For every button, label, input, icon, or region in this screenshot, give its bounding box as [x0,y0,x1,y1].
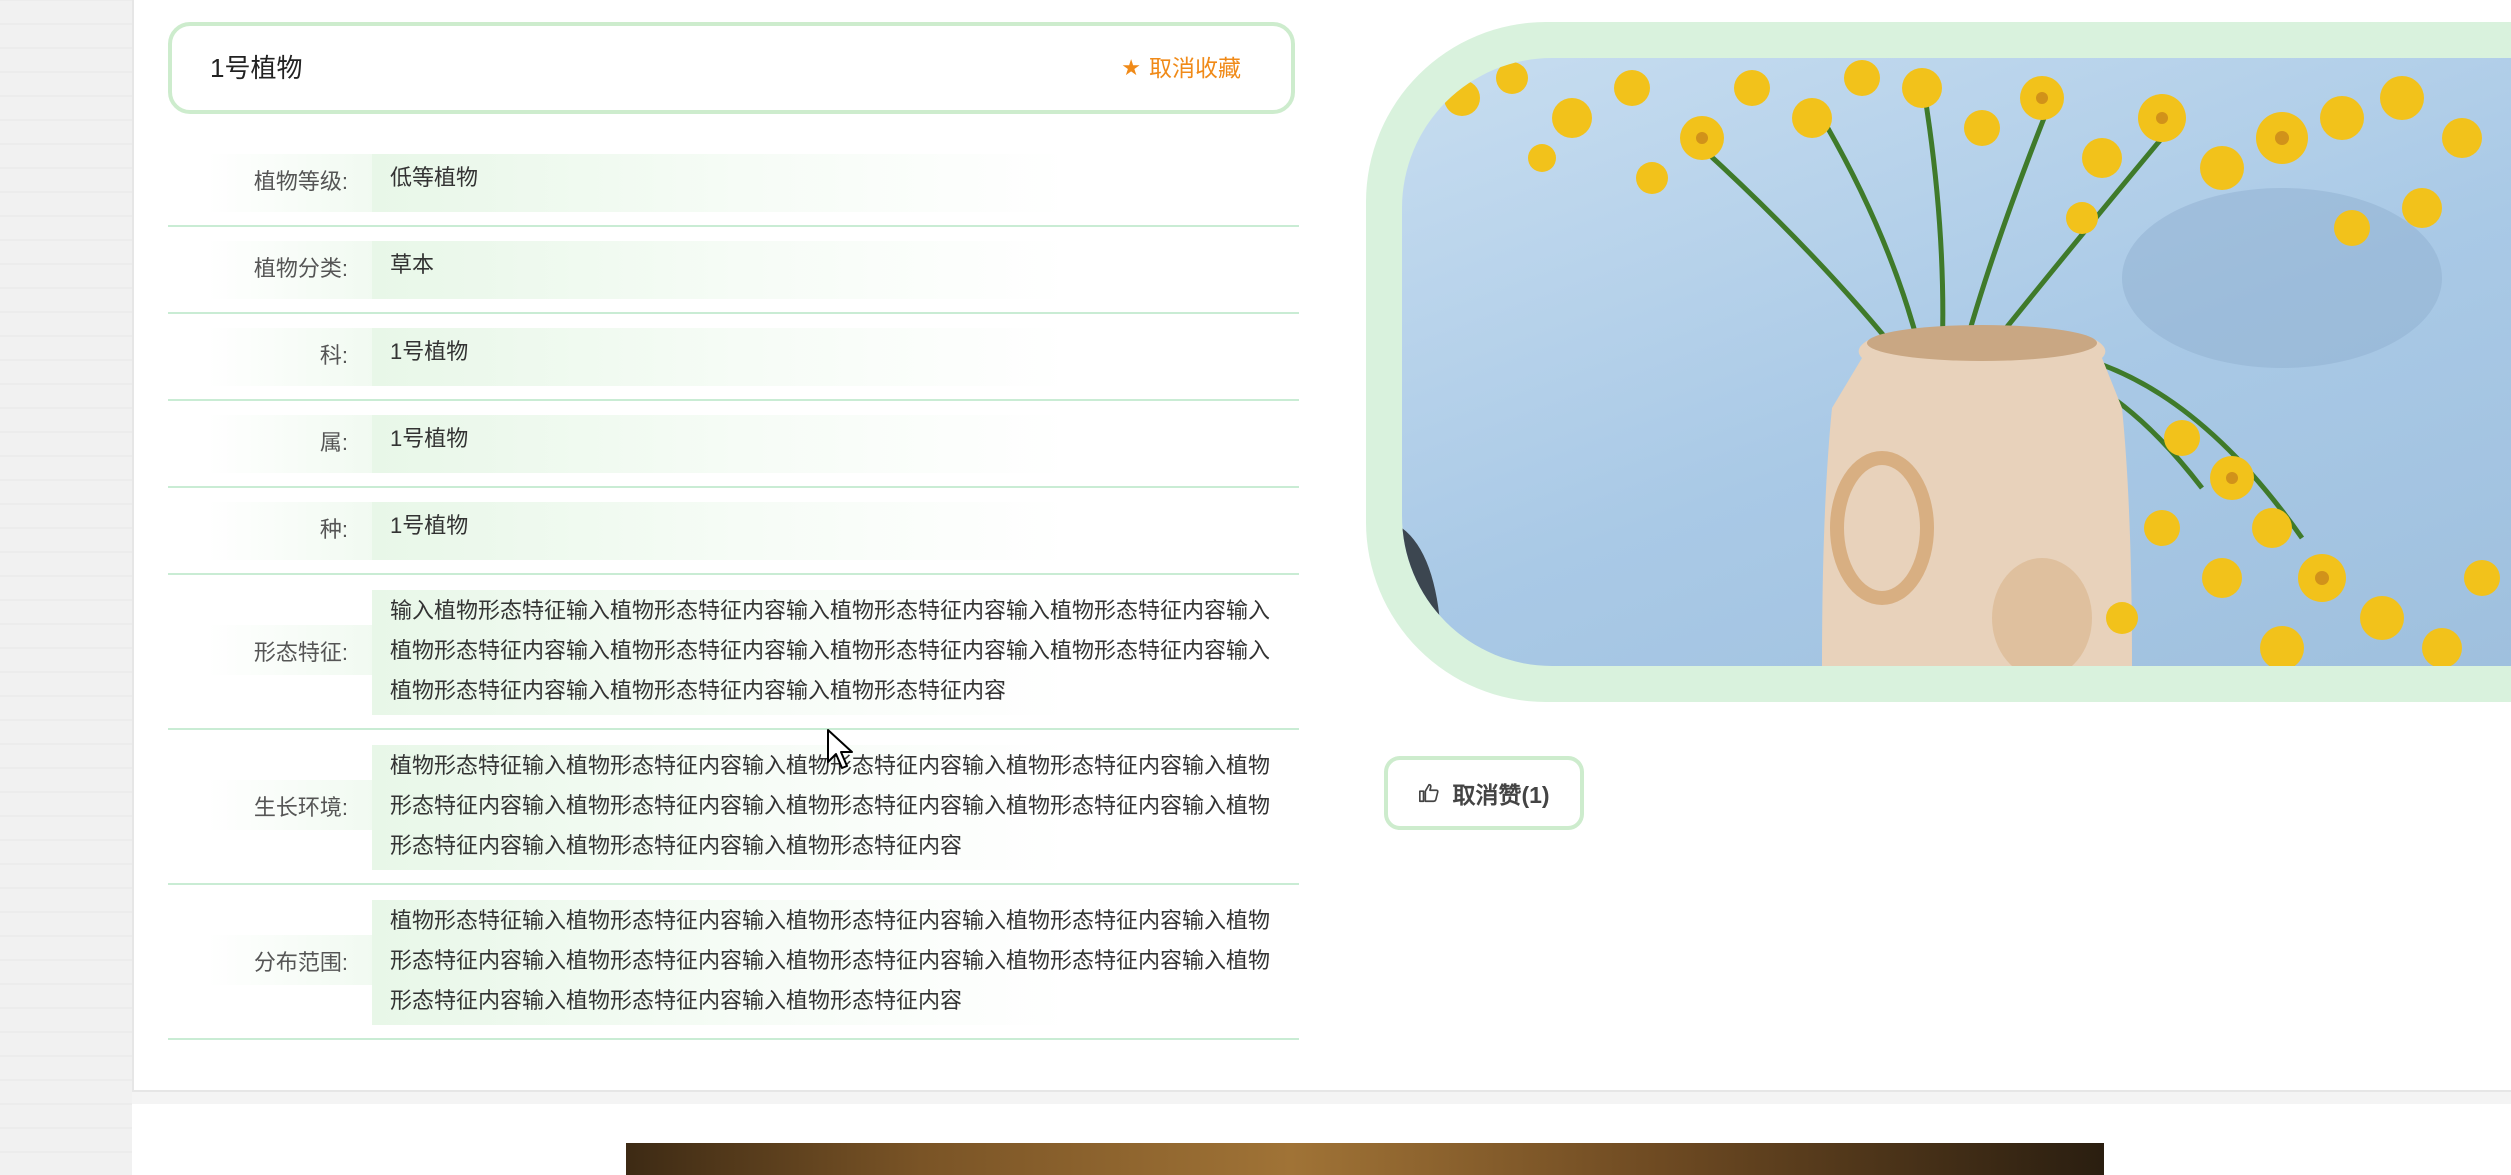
info-value: 输入植物形态特征输入植物形态特征内容输入植物形态特征内容输入植物形态特征内容输入… [390,598,1271,703]
info-value: 植物形态特征输入植物形态特征内容输入植物形态特征内容输入植物形态特征内容输入植物… [390,908,1271,1013]
info-label: 植物等级: [253,169,348,194]
info-label: 科: [319,343,348,368]
unlike-button[interactable]: 取消赞(1) [1384,756,1584,830]
next-section-image [626,1143,2104,1175]
plant-title-bar: 1号植物 ★ 取消收藏 [168,22,1295,114]
info-value: 1号植物 [390,426,469,451]
info-row-distribution: 分布范围: 植物形态特征输入植物形态特征内容输入植物形态特征内容输入植物形态特征… [168,885,1299,1040]
info-row-genus: 属: 1号植物 [168,401,1299,488]
page-background [0,0,132,1175]
unfavorite-label: 取消收藏 [1149,55,1241,81]
unlike-label: 取消赞(1) [1452,782,1550,808]
info-value: 草本 [390,252,435,277]
info-label: 分布范围: [253,950,348,975]
plant-info-table: 植物等级: 低等植物 植物分类: 草本 科: 1号植物 属: 1号植物 种: 1… [168,140,1299,1040]
info-row-level: 植物等级: 低等植物 [168,140,1299,227]
mouse-cursor-icon [827,729,853,769]
star-icon: ★ [1121,55,1141,80]
info-value: 1号植物 [390,339,469,364]
info-label: 植物分类: [253,256,348,281]
info-label: 生长环境: [253,795,348,820]
info-row-family: 科: 1号植物 [168,314,1299,401]
thumbs-up-icon [1419,783,1440,803]
flower-vase-illustration [1402,60,2500,666]
plant-image-frame [1366,22,2511,702]
info-label: 属: [319,430,348,455]
info-row-category: 植物分类: 草本 [168,227,1299,314]
plant-photo [1402,58,2511,666]
info-row-morphology: 形态特征: 输入植物形态特征输入植物形态特征内容输入植物形态特征内容输入植物形态… [168,575,1299,730]
unfavorite-button[interactable]: ★ 取消收藏 [1121,26,1241,110]
plant-title: 1号植物 [210,53,303,83]
info-label: 形态特征: [253,640,348,665]
info-value: 低等植物 [390,165,479,190]
info-row-species: 种: 1号植物 [168,488,1299,575]
info-row-habitat: 生长环境: 植物形态特征输入植物形态特征内容输入植物形态特征内容输入植物形态特征… [168,730,1299,885]
info-value: 1号植物 [390,513,469,538]
info-label: 种: [319,517,348,542]
